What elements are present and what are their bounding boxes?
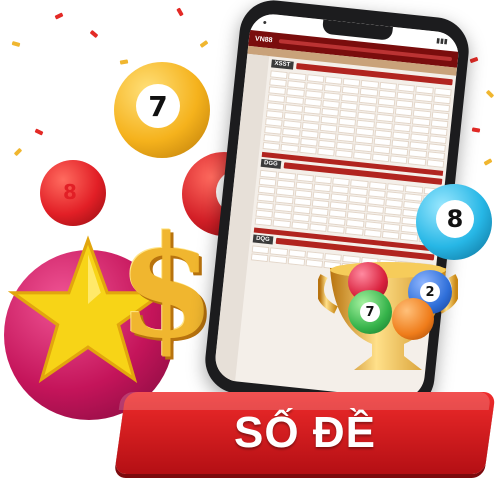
confetti	[89, 29, 99, 39]
ball-number: 7	[136, 84, 180, 128]
confetti	[119, 59, 129, 65]
game-badge[interactable]: DGG	[260, 158, 282, 169]
trophy-ball-7: 7	[348, 290, 392, 334]
confetti	[13, 147, 23, 157]
trophy-ball-orange	[392, 298, 434, 340]
game-badge[interactable]: XSST	[271, 59, 294, 70]
lottery-ball-8-blue: 8	[416, 184, 492, 260]
lottery-ball-8-red: 8	[40, 160, 106, 226]
confetti	[485, 89, 495, 99]
banner-title: SỐ ĐỀ	[234, 408, 376, 457]
ball-number: 8	[436, 200, 474, 238]
confetti	[54, 12, 64, 20]
confetti	[199, 40, 209, 48]
ball-number: 8	[63, 180, 77, 204]
confetti	[34, 128, 44, 136]
promo-scene: $ 7 8 9 ●▮▮▮ VN88 XSST	[0, 0, 500, 500]
number-grid	[262, 70, 452, 168]
confetti	[469, 56, 479, 64]
brand-logo: VN88	[254, 35, 273, 44]
game-badge[interactable]: DQG	[252, 234, 274, 245]
dollar-sign-icon: $	[118, 206, 216, 370]
confetti	[471, 127, 481, 133]
lottery-ball-7: 7	[114, 62, 210, 158]
confetti	[176, 7, 184, 17]
ball-number: 2	[420, 282, 440, 302]
confetti	[11, 41, 21, 47]
ball-number: 7	[360, 302, 380, 322]
confetti	[483, 158, 493, 166]
